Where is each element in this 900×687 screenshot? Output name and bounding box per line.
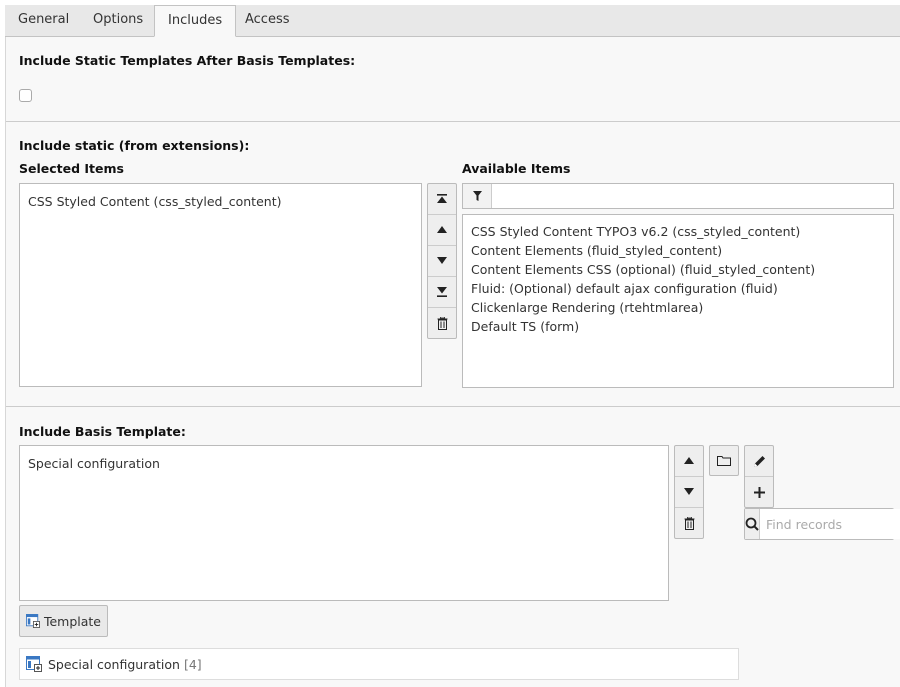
tab-options[interactable]: Options: [80, 5, 156, 36]
available-item[interactable]: Content Elements (fluid_styled_content): [463, 241, 893, 260]
arrow-up-icon: [437, 226, 447, 233]
available-items-filter: [462, 183, 894, 209]
find-records-field: [744, 508, 900, 540]
trash-icon: [684, 517, 694, 530]
selected-items-label: Selected Items: [19, 161, 124, 176]
basis-template-item[interactable]: Special configuration: [20, 454, 668, 473]
section-divider: [6, 121, 900, 122]
selected-items-list[interactable]: CSS Styled Content (css_styled_content): [19, 183, 422, 387]
available-item[interactable]: Clickenlarge Rendering (rtehtmlarea): [463, 298, 893, 317]
available-item[interactable]: Content Elements CSS (optional) (fluid_s…: [463, 260, 893, 279]
available-item[interactable]: Default TS (form): [463, 317, 893, 336]
template-button[interactable]: Template: [19, 605, 108, 637]
move-up-button[interactable]: [675, 446, 703, 477]
basis-template-list[interactable]: Special configuration: [19, 445, 669, 601]
search-icon: [745, 509, 760, 539]
includes-panel: Include Static Templates After Basis Tem…: [5, 37, 900, 687]
find-records-input[interactable]: [760, 509, 900, 539]
browse-folder-button[interactable]: [709, 445, 739, 476]
move-up-button[interactable]: [428, 215, 456, 246]
available-items-filter-input[interactable]: [492, 184, 893, 208]
move-to-top-button[interactable]: [428, 184, 456, 215]
record-title: Special configuration: [48, 656, 180, 672]
pencil-icon: [753, 455, 765, 467]
remove-button[interactable]: [675, 508, 703, 539]
static-after-basis-label: Include Static Templates After Basis Tem…: [19, 53, 356, 68]
move-down-button[interactable]: [675, 477, 703, 508]
template-button-label: Template: [43, 613, 101, 629]
record-uid: [4]: [183, 656, 202, 672]
move-to-bottom-icon: [437, 287, 447, 297]
tab-bar: General Options Includes Access: [5, 5, 900, 37]
record-actions: [744, 445, 774, 508]
move-to-top-icon: [437, 194, 447, 203]
folder-icon: [717, 456, 731, 466]
arrow-down-icon: [684, 488, 694, 495]
tab-access[interactable]: Access: [232, 5, 303, 36]
basis-template-label: Include Basis Template:: [19, 424, 186, 439]
tab-includes[interactable]: Includes: [154, 5, 237, 37]
move-down-button[interactable]: [428, 246, 456, 277]
edit-button[interactable]: [745, 446, 773, 477]
add-button[interactable]: [745, 477, 773, 508]
tab-general[interactable]: General: [5, 5, 82, 36]
template-icon: [26, 656, 42, 672]
available-item[interactable]: CSS Styled Content TYPO3 v6.2 (css_style…: [463, 222, 893, 241]
plus-icon: [753, 487, 765, 498]
record-row[interactable]: Special configuration [4]: [19, 648, 739, 680]
filter-icon: [463, 184, 492, 208]
template-icon: [26, 614, 40, 628]
selected-items-controls: [427, 183, 457, 339]
available-items-label: Available Items: [462, 161, 571, 176]
selected-item[interactable]: CSS Styled Content (css_styled_content): [20, 192, 421, 211]
include-static-label: Include static (from extensions):: [19, 138, 250, 153]
basis-template-controls: [674, 445, 704, 539]
available-items-list[interactable]: CSS Styled Content TYPO3 v6.2 (css_style…: [462, 214, 894, 388]
section-divider: [6, 406, 900, 407]
static-after-basis-checkbox[interactable]: [19, 89, 32, 102]
trash-icon: [437, 317, 447, 330]
available-item[interactable]: Fluid: (Optional) default ajax configura…: [463, 279, 893, 298]
arrow-up-icon: [684, 457, 694, 464]
arrow-down-icon: [437, 257, 447, 264]
move-to-bottom-button[interactable]: [428, 277, 456, 308]
remove-button[interactable]: [428, 308, 456, 339]
